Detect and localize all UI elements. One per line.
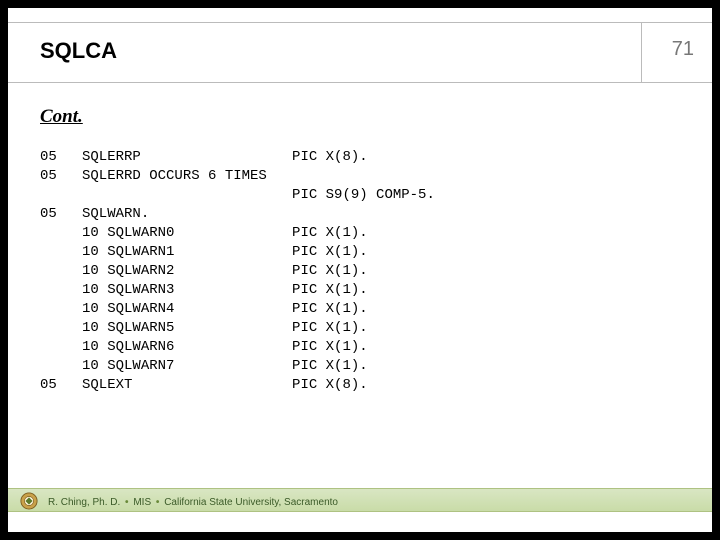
code-line: 10 SQLWARN1 PIC X(1). xyxy=(40,244,368,260)
rule-under-title xyxy=(8,82,712,83)
code-line: 10 SQLWARN5 PIC X(1). xyxy=(40,320,368,336)
footer-author: R. Ching, Ph. D. xyxy=(48,497,120,508)
slide: SQLCA 71 Cont. 05 SQLERRP PIC X(8). 05 S… xyxy=(8,8,712,532)
code-line: 10 SQLWARN6 PIC X(1). xyxy=(40,339,368,355)
seal-icon xyxy=(20,492,38,510)
code-line: 05 SQLEXT PIC X(8). xyxy=(40,377,368,393)
code-line: 05 SQLERRP PIC X(8). xyxy=(40,149,368,165)
rule-top xyxy=(8,22,712,23)
code-line: 10 SQLWARN7 PIC X(1). xyxy=(40,358,368,374)
code-line: 10 SQLWARN3 PIC X(1). xyxy=(40,282,368,298)
code-line: 10 SQLWARN2 PIC X(1). xyxy=(40,263,368,279)
footer-dept: MIS xyxy=(133,497,151,508)
code-line: 10 SQLWARN0 PIC X(1). xyxy=(40,225,368,241)
code-line: 05 SQLWARN. xyxy=(40,206,149,222)
subtitle-cont: Cont. xyxy=(40,106,83,128)
bullet-icon: • xyxy=(154,497,162,508)
code-line: 05 SQLERRD OCCURS 6 TIMES xyxy=(40,168,267,184)
footer-text: R. Ching, Ph. D. • MIS • California Stat… xyxy=(48,497,338,508)
code-line: PIC S9(9) COMP-5. xyxy=(40,187,435,203)
code-block: 05 SQLERRP PIC X(8). 05 SQLERRD OCCURS 6… xyxy=(40,148,435,395)
code-line: 10 SQLWARN4 PIC X(1). xyxy=(40,301,368,317)
page-number: 71 xyxy=(672,38,694,61)
footer-org: California State University, Sacramento xyxy=(164,497,338,508)
slide-title: SQLCA xyxy=(40,38,117,64)
bullet-icon: • xyxy=(123,497,131,508)
rule-vertical xyxy=(641,22,642,82)
